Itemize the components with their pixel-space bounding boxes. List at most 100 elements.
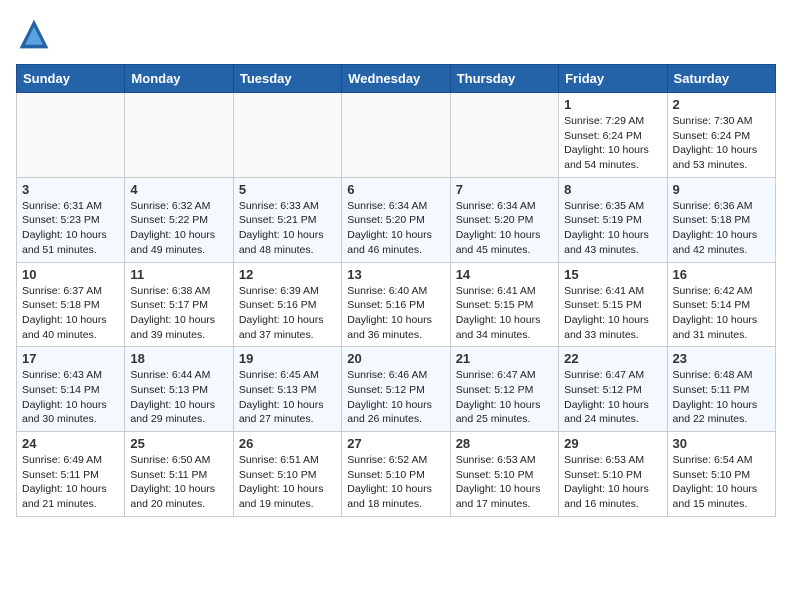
day-number: 30 — [673, 436, 770, 451]
calendar-cell: 23 Sunrise: 6:48 AMSunset: 5:11 PMDayligh… — [667, 347, 775, 432]
day-info: Sunrise: 6:39 AMSunset: 5:16 PMDaylight:… — [239, 284, 336, 343]
day-number: 7 — [456, 182, 553, 197]
day-info: Sunrise: 6:34 AMSunset: 5:20 PMDaylight:… — [347, 199, 444, 258]
calendar-cell: 3 Sunrise: 6:31 AMSunset: 5:23 PMDaylight… — [17, 177, 125, 262]
day-info: Sunrise: 6:53 AMSunset: 5:10 PMDaylight:… — [456, 453, 553, 512]
calendar-cell: 24Sunrise: 6:49 AMSunset: 5:11 PMDayligh… — [17, 432, 125, 517]
calendar-cell: 6 Sunrise: 6:34 AMSunset: 5:20 PMDaylight… — [342, 177, 450, 262]
day-number: 21 — [456, 351, 553, 366]
day-number: 22 — [564, 351, 661, 366]
day-info: Sunrise: 6:32 AMSunset: 5:22 PMDaylight:… — [130, 199, 227, 258]
weekday-header-tuesday: Tuesday — [233, 65, 341, 93]
day-number: 13 — [347, 267, 444, 282]
calendar-cell — [125, 93, 233, 178]
day-info: Sunrise: 6:44 AMSunset: 5:13 PMDaylight:… — [130, 368, 227, 427]
day-number: 29 — [564, 436, 661, 451]
day-number: 4 — [130, 182, 227, 197]
weekday-header-wednesday: Wednesday — [342, 65, 450, 93]
day-number: 12 — [239, 267, 336, 282]
day-number: 27 — [347, 436, 444, 451]
calendar-cell — [450, 93, 558, 178]
day-number: 6 — [347, 182, 444, 197]
day-info: Sunrise: 6:43 AMSunset: 5:14 PMDaylight:… — [22, 368, 119, 427]
day-number: 19 — [239, 351, 336, 366]
weekday-header-saturday: Saturday — [667, 65, 775, 93]
calendar-cell: 19 Sunrise: 6:45 AMSunset: 5:13 PMDayligh… — [233, 347, 341, 432]
calendar-cell: 14Sunrise: 6:41 AMSunset: 5:15 PMDayligh… — [450, 262, 558, 347]
day-info: Sunrise: 6:34 AMSunset: 5:20 PMDaylight:… — [456, 199, 553, 258]
day-info: Sunrise: 6:38 AMSunset: 5:17 PMDaylight:… — [130, 284, 227, 343]
day-info: Sunrise: 6:45 AMSunset: 5:13 PMDaylight:… — [239, 368, 336, 427]
calendar-cell: 7 Sunrise: 6:34 AMSunset: 5:20 PMDaylight… — [450, 177, 558, 262]
day-info: Sunrise: 6:48 AMSunset: 5:11 PMDaylight:… — [673, 368, 770, 427]
calendar-cell: 8 Sunrise: 6:35 AMSunset: 5:19 PMDaylight… — [559, 177, 667, 262]
day-number: 23 — [673, 351, 770, 366]
day-info: Sunrise: 6:50 AMSunset: 5:11 PMDaylight:… — [130, 453, 227, 512]
day-info: Sunrise: 6:36 AMSunset: 5:18 PMDaylight:… — [673, 199, 770, 258]
day-number: 3 — [22, 182, 119, 197]
weekday-header-sunday: Sunday — [17, 65, 125, 93]
calendar-cell: 17 Sunrise: 6:43 AMSunset: 5:14 PMDayligh… — [17, 347, 125, 432]
weekday-header-monday: Monday — [125, 65, 233, 93]
calendar-cell: 15 Sunrise: 6:41 AMSunset: 5:15 PMDayligh… — [559, 262, 667, 347]
calendar-cell: 12 Sunrise: 6:39 AMSunset: 5:16 PMDayligh… — [233, 262, 341, 347]
day-info: Sunrise: 6:53 AMSunset: 5:10 PMDaylight:… — [564, 453, 661, 512]
calendar-cell: 27 Sunrise: 6:52 AMSunset: 5:10 PMDayligh… — [342, 432, 450, 517]
calendar-week-row: 10 Sunrise: 6:37 AMSunset: 5:18 PMDayligh… — [17, 262, 776, 347]
calendar-cell: 20Sunrise: 6:46 AMSunset: 5:12 PMDayligh… — [342, 347, 450, 432]
calendar-cell: 18 Sunrise: 6:44 AMSunset: 5:13 PMDayligh… — [125, 347, 233, 432]
day-info: Sunrise: 6:41 AMSunset: 5:15 PMDaylight:… — [564, 284, 661, 343]
day-info: Sunrise: 6:40 AMSunset: 5:16 PMDaylight:… — [347, 284, 444, 343]
calendar-cell: 1 Sunrise: 7:29 AMSunset: 6:24 PMDaylight… — [559, 93, 667, 178]
day-number: 26 — [239, 436, 336, 451]
weekday-header-thursday: Thursday — [450, 65, 558, 93]
day-number: 5 — [239, 182, 336, 197]
day-info: Sunrise: 6:47 AMSunset: 5:12 PMDaylight:… — [564, 368, 661, 427]
day-info: Sunrise: 6:33 AMSunset: 5:21 PMDaylight:… — [239, 199, 336, 258]
day-info: Sunrise: 6:37 AMSunset: 5:18 PMDaylight:… — [22, 284, 119, 343]
day-info: Sunrise: 6:52 AMSunset: 5:10 PMDaylight:… — [347, 453, 444, 512]
day-info: Sunrise: 7:29 AMSunset: 6:24 PMDaylight:… — [564, 114, 661, 173]
weekday-header-row: SundayMondayTuesdayWednesdayThursdayFrid… — [17, 65, 776, 93]
logo-icon — [16, 16, 52, 52]
calendar-cell: 16 Sunrise: 6:42 AMSunset: 5:14 PMDayligh… — [667, 262, 775, 347]
calendar-cell: 29 Sunrise: 6:53 AMSunset: 5:10 PMDayligh… — [559, 432, 667, 517]
day-number: 1 — [564, 97, 661, 112]
calendar-table: SundayMondayTuesdayWednesdayThursdayFrid… — [16, 64, 776, 517]
calendar-cell: 28Sunrise: 6:53 AMSunset: 5:10 PMDayligh… — [450, 432, 558, 517]
logo — [16, 16, 58, 52]
calendar-cell: 21 Sunrise: 6:47 AMSunset: 5:12 PMDayligh… — [450, 347, 558, 432]
calendar-cell: 9 Sunrise: 6:36 AMSunset: 5:18 PMDaylight… — [667, 177, 775, 262]
day-info: Sunrise: 6:46 AMSunset: 5:12 PMDaylight:… — [347, 368, 444, 427]
day-number: 15 — [564, 267, 661, 282]
day-number: 18 — [130, 351, 227, 366]
calendar-cell: 5 Sunrise: 6:33 AMSunset: 5:21 PMDaylight… — [233, 177, 341, 262]
calendar-cell: 10 Sunrise: 6:37 AMSunset: 5:18 PMDayligh… — [17, 262, 125, 347]
day-number: 8 — [564, 182, 661, 197]
day-info: Sunrise: 6:49 AMSunset: 5:11 PMDaylight:… — [22, 453, 119, 512]
calendar-cell: 26 Sunrise: 6:51 AMSunset: 5:10 PMDayligh… — [233, 432, 341, 517]
calendar-week-row: 24Sunrise: 6:49 AMSunset: 5:11 PMDayligh… — [17, 432, 776, 517]
day-number: 17 — [22, 351, 119, 366]
day-info: Sunrise: 6:41 AMSunset: 5:15 PMDaylight:… — [456, 284, 553, 343]
calendar-cell: 2 Sunrise: 7:30 AMSunset: 6:24 PMDaylight… — [667, 93, 775, 178]
calendar-cell: 13 Sunrise: 6:40 AMSunset: 5:16 PMDayligh… — [342, 262, 450, 347]
calendar-week-row: 3 Sunrise: 6:31 AMSunset: 5:23 PMDaylight… — [17, 177, 776, 262]
day-number: 2 — [673, 97, 770, 112]
day-number: 25 — [130, 436, 227, 451]
day-number: 11 — [130, 267, 227, 282]
day-number: 10 — [22, 267, 119, 282]
day-number: 9 — [673, 182, 770, 197]
day-info: Sunrise: 6:51 AMSunset: 5:10 PMDaylight:… — [239, 453, 336, 512]
day-info: Sunrise: 6:35 AMSunset: 5:19 PMDaylight:… — [564, 199, 661, 258]
day-number: 16 — [673, 267, 770, 282]
day-info: Sunrise: 6:31 AMSunset: 5:23 PMDaylight:… — [22, 199, 119, 258]
day-info: Sunrise: 6:42 AMSunset: 5:14 PMDaylight:… — [673, 284, 770, 343]
calendar-week-row: 17 Sunrise: 6:43 AMSunset: 5:14 PMDayligh… — [17, 347, 776, 432]
day-info: Sunrise: 7:30 AMSunset: 6:24 PMDaylight:… — [673, 114, 770, 173]
calendar-cell: 22 Sunrise: 6:47 AMSunset: 5:12 PMDayligh… — [559, 347, 667, 432]
day-info: Sunrise: 6:54 AMSunset: 5:10 PMDaylight:… — [673, 453, 770, 512]
day-info: Sunrise: 6:47 AMSunset: 5:12 PMDaylight:… — [456, 368, 553, 427]
weekday-header-friday: Friday — [559, 65, 667, 93]
calendar-cell: 11 Sunrise: 6:38 AMSunset: 5:17 PMDayligh… — [125, 262, 233, 347]
